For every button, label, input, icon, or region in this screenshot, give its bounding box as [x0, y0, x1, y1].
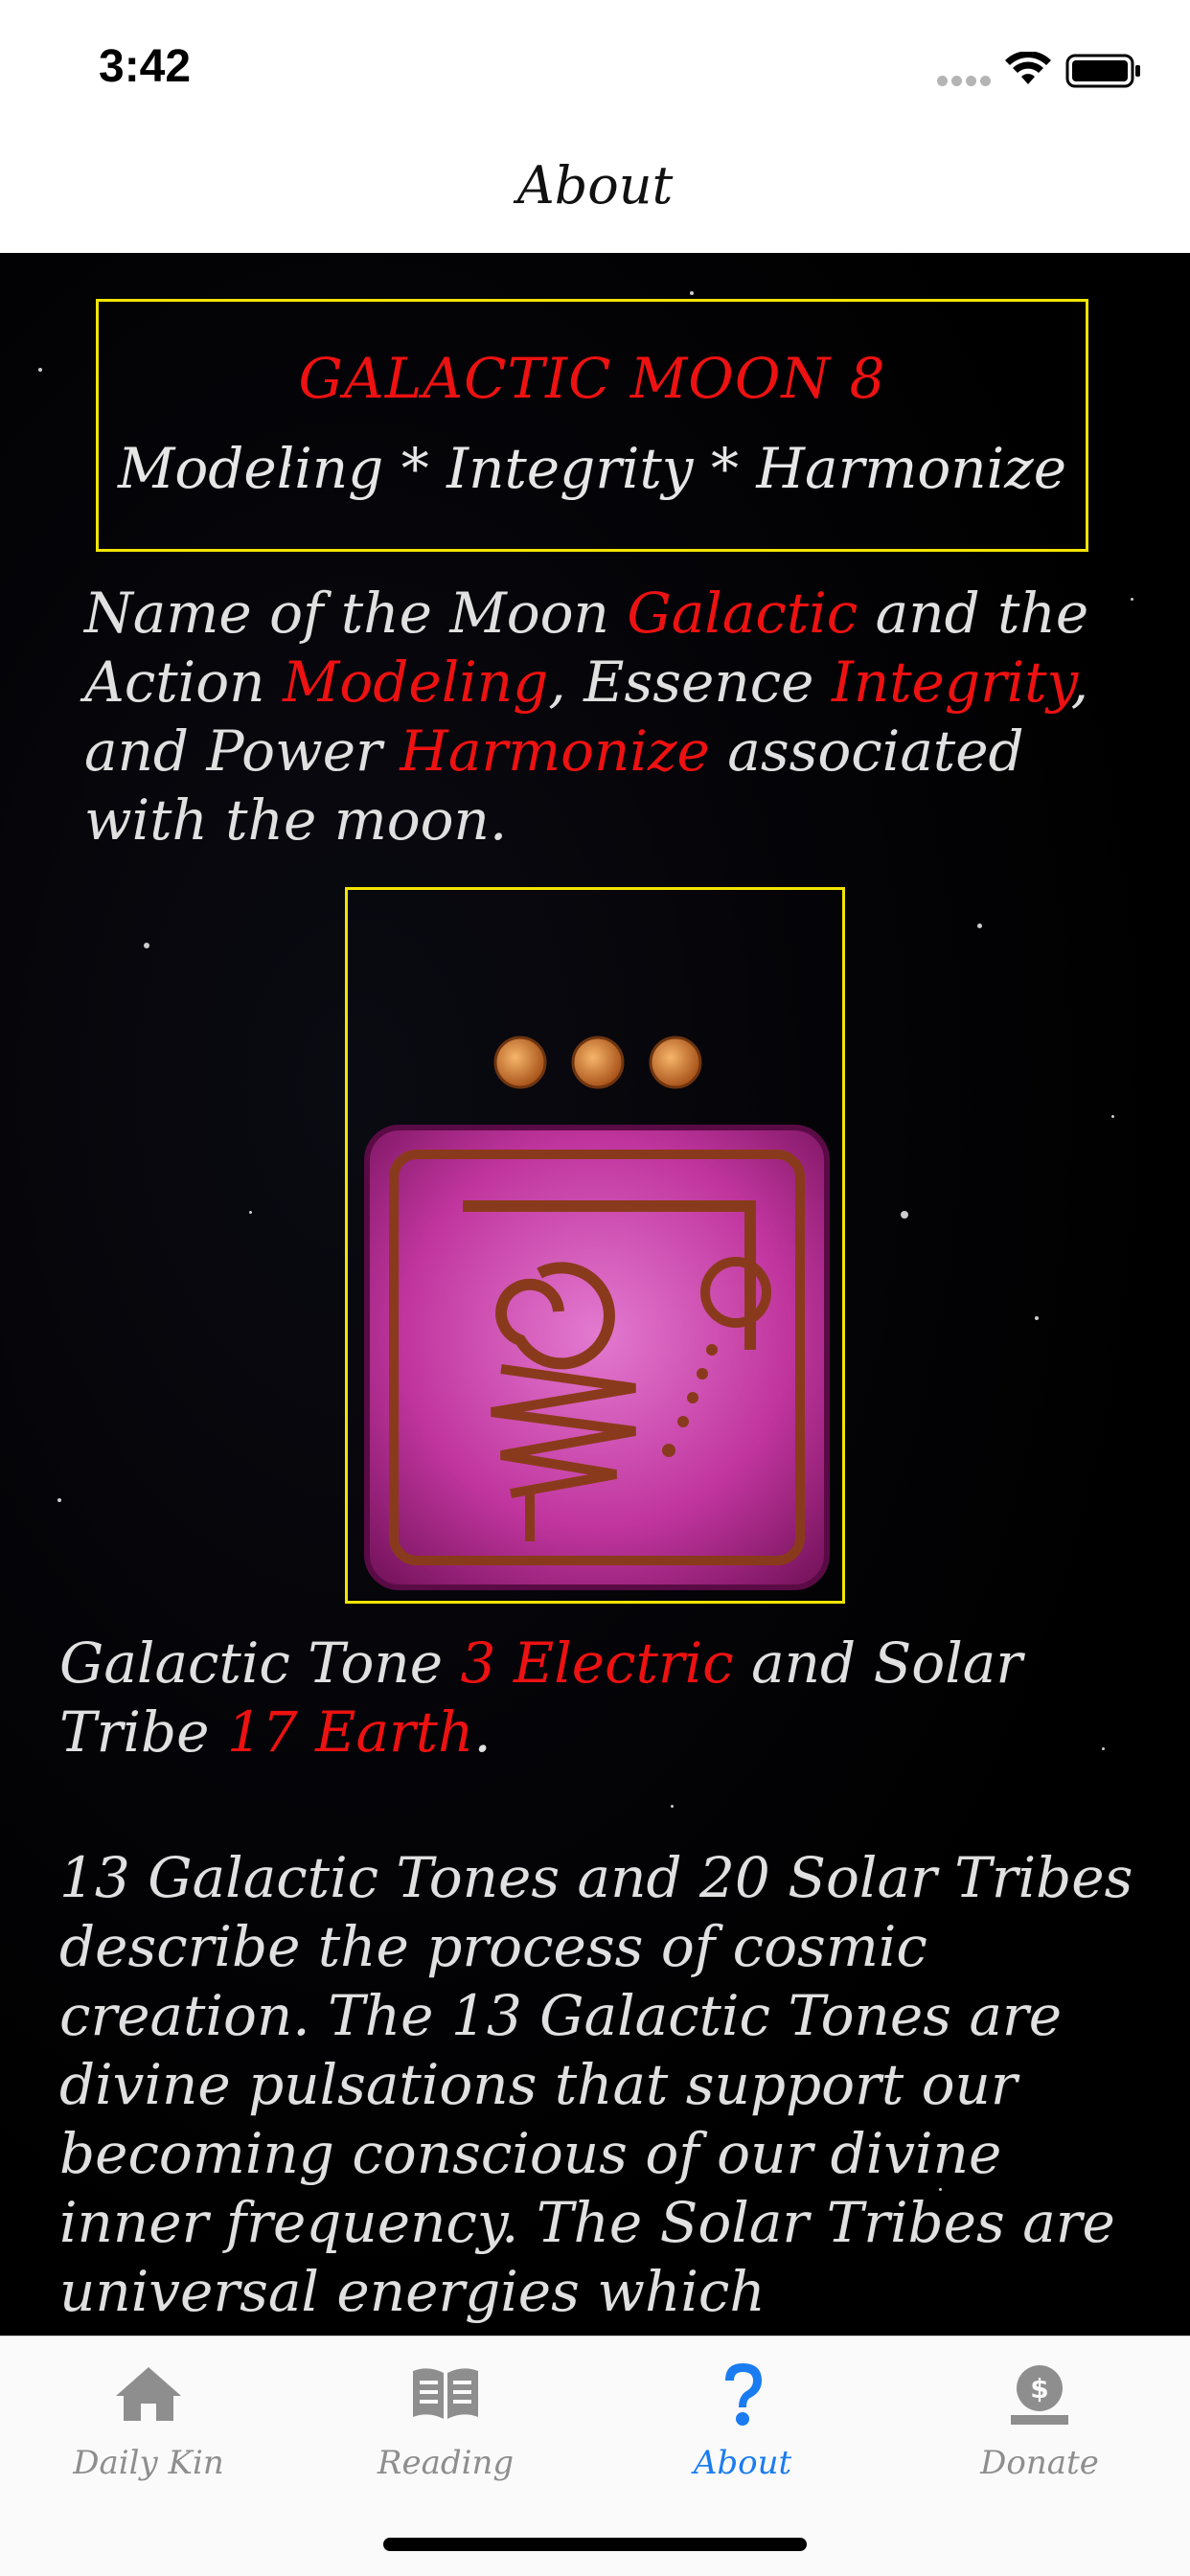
- book-icon: [413, 2368, 478, 2419]
- tab-donate[interactable]: $ Donate: [891, 2356, 1188, 2482]
- tones-tribes-description: 13 Galactic Tones and 20 Solar Tribes de…: [59, 1845, 1133, 2324]
- navigation-bar: About: [0, 144, 1190, 254]
- donate-icon: $: [1011, 2365, 1068, 2425]
- home-indicator[interactable]: [383, 2538, 807, 2551]
- cellular-signal-icon: [937, 72, 995, 90]
- power-value: Harmonize: [400, 718, 710, 784]
- wifi-icon: [1005, 52, 1051, 84]
- tone-dots-and-earth-glyph-icon: [364, 1036, 830, 1590]
- status-time: 3:42: [99, 41, 192, 92]
- moon-description: Name of the Moon Galactic and the Action…: [84, 579, 1119, 855]
- tab-label: Reading: [377, 2444, 515, 2482]
- tab-label: About: [693, 2444, 792, 2482]
- page-title: About: [516, 155, 674, 216]
- question-icon: [725, 2363, 762, 2426]
- moon-summary-box: GALACTIC MOON 8 Modeling * Integrity * H…: [96, 299, 1088, 552]
- tone-value: 3 Electric: [460, 1630, 734, 1696]
- home-icon: [116, 2367, 181, 2421]
- status-bar: 3:42: [0, 0, 1190, 144]
- text-segment: .: [473, 1699, 492, 1765]
- tab-label: Donate: [980, 2444, 1099, 2482]
- text-segment: Name of the Moon: [84, 581, 628, 646]
- text-segment: Galactic Tone: [59, 1630, 461, 1696]
- moon-name: Galactic: [627, 581, 858, 646]
- moon-attributes: Modeling * Integrity * Harmonize: [117, 436, 1067, 501]
- tab-reading[interactable]: Reading: [297, 2356, 594, 2482]
- action-value: Modeling: [282, 650, 549, 715]
- essence-value: Integrity: [831, 650, 1071, 715]
- tab-about[interactable]: About: [594, 2356, 891, 2482]
- battery-icon: [1065, 54, 1140, 88]
- tone-tribe-text: Galactic Tone 3 Electric and Solar Tribe…: [59, 1629, 1123, 1767]
- tab-label: Daily Kin: [73, 2444, 224, 2482]
- kin-glyph-frame: [345, 887, 845, 1604]
- text-segment: , Essence: [548, 650, 832, 715]
- about-content-scroll[interactable]: GALACTIC MOON 8 Modeling * Integrity * H…: [0, 253, 1190, 2336]
- svg-text:$: $: [1030, 2373, 1048, 2405]
- tribe-value: 17 Earth: [226, 1699, 474, 1765]
- tab-bar: Daily Kin Reading About $ Donate: [0, 2336, 1190, 2576]
- moon-title: GALACTIC MOON 8: [298, 346, 886, 411]
- clipped-text-remnant: [61, 253, 79, 277]
- tab-daily-kin[interactable]: Daily Kin: [0, 2356, 297, 2482]
